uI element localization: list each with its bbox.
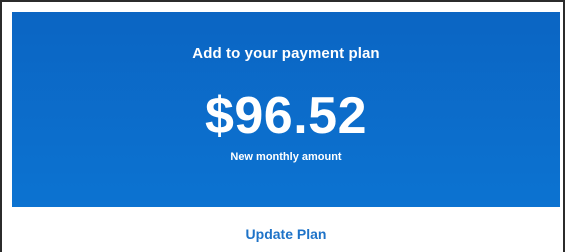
monthly-amount-caption: New monthly amount xyxy=(230,151,342,163)
update-plan-link[interactable]: Update Plan xyxy=(246,226,327,242)
monthly-amount: $96.52 xyxy=(204,87,368,145)
payment-plan-banner: Add to your payment plan $96.52 New mont… xyxy=(12,12,560,207)
payment-plan-card: Add to your payment plan $96.52 New mont… xyxy=(0,0,565,252)
banner-title: Add to your payment plan xyxy=(192,45,380,62)
card-footer: Update Plan xyxy=(12,207,560,252)
